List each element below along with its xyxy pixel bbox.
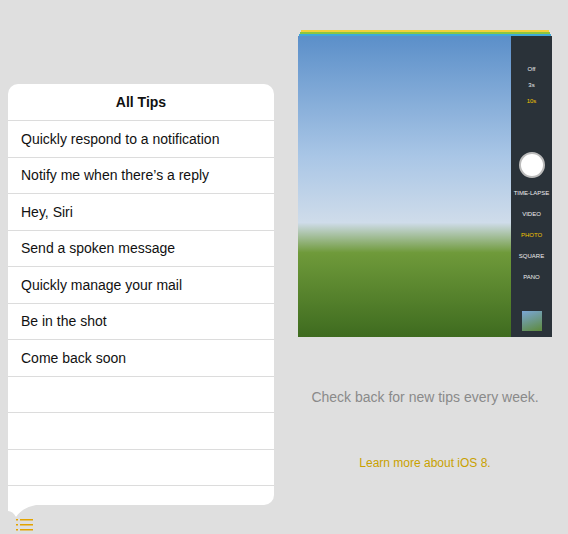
camera-mode[interactable]: VIDEO	[522, 211, 541, 217]
tips-screen: All Tips Quickly respond to a notificati…	[0, 0, 568, 534]
timer-option[interactable]: Off	[528, 66, 536, 72]
popover-tail	[8, 505, 36, 517]
camera-controls: Off 3s 10s TIME-LAPSE VIDEO PHOTO SQUARE PANO	[511, 36, 552, 337]
list-icon[interactable]	[16, 519, 33, 531]
tip-row[interactable]: Come back soon	[8, 340, 274, 377]
camera-modes: TIME-LAPSE VIDEO PHOTO SQUARE PANO	[514, 190, 550, 280]
tip-row[interactable]: Quickly respond to a notification	[8, 121, 274, 158]
tip-row[interactable]: Hey, Siri	[8, 194, 274, 231]
timer-options: Off 3s 10s	[527, 66, 537, 104]
camera-mode[interactable]: PANO	[523, 274, 540, 280]
tip-message: Check back for new tips every week.	[311, 389, 538, 405]
tips-popover: All Tips Quickly respond to a notificati…	[8, 84, 274, 505]
camera-mode[interactable]: PHOTO	[521, 232, 542, 238]
tip-row[interactable]: Notify me when there’s a reply	[8, 158, 274, 195]
tip-detail: Off3s10s TIME-LAPSEVIDEOPHOTOSQUAREPANO …	[298, 30, 552, 534]
learn-more-link[interactable]: Learn more about iOS 8.	[359, 456, 490, 470]
camera-mode[interactable]: SQUARE	[519, 253, 544, 259]
timer-option[interactable]: 10s	[527, 98, 537, 104]
tip-row[interactable]: Send a spoken message	[8, 231, 274, 268]
left-column: All Tips Quickly respond to a notificati…	[0, 0, 274, 534]
empty-row	[8, 377, 274, 414]
shutter-button[interactable]	[519, 152, 545, 178]
popover-title: All Tips	[8, 84, 274, 121]
photo-scene	[298, 36, 511, 337]
tip-card: Off 3s 10s TIME-LAPSE VIDEO PHOTO SQUARE PANO	[298, 30, 552, 337]
tip-row[interactable]: Be in the shot	[8, 304, 274, 341]
tip-photo: Off 3s 10s TIME-LAPSE VIDEO PHOTO SQUARE PANO	[298, 36, 552, 337]
empty-row	[8, 413, 274, 450]
timer-option[interactable]: 3s	[528, 82, 534, 88]
empty-row	[8, 450, 274, 487]
photo-thumbnail[interactable]	[522, 311, 542, 331]
tip-row[interactable]: Quickly manage your mail	[8, 267, 274, 304]
camera-mode[interactable]: TIME-LAPSE	[514, 190, 550, 196]
